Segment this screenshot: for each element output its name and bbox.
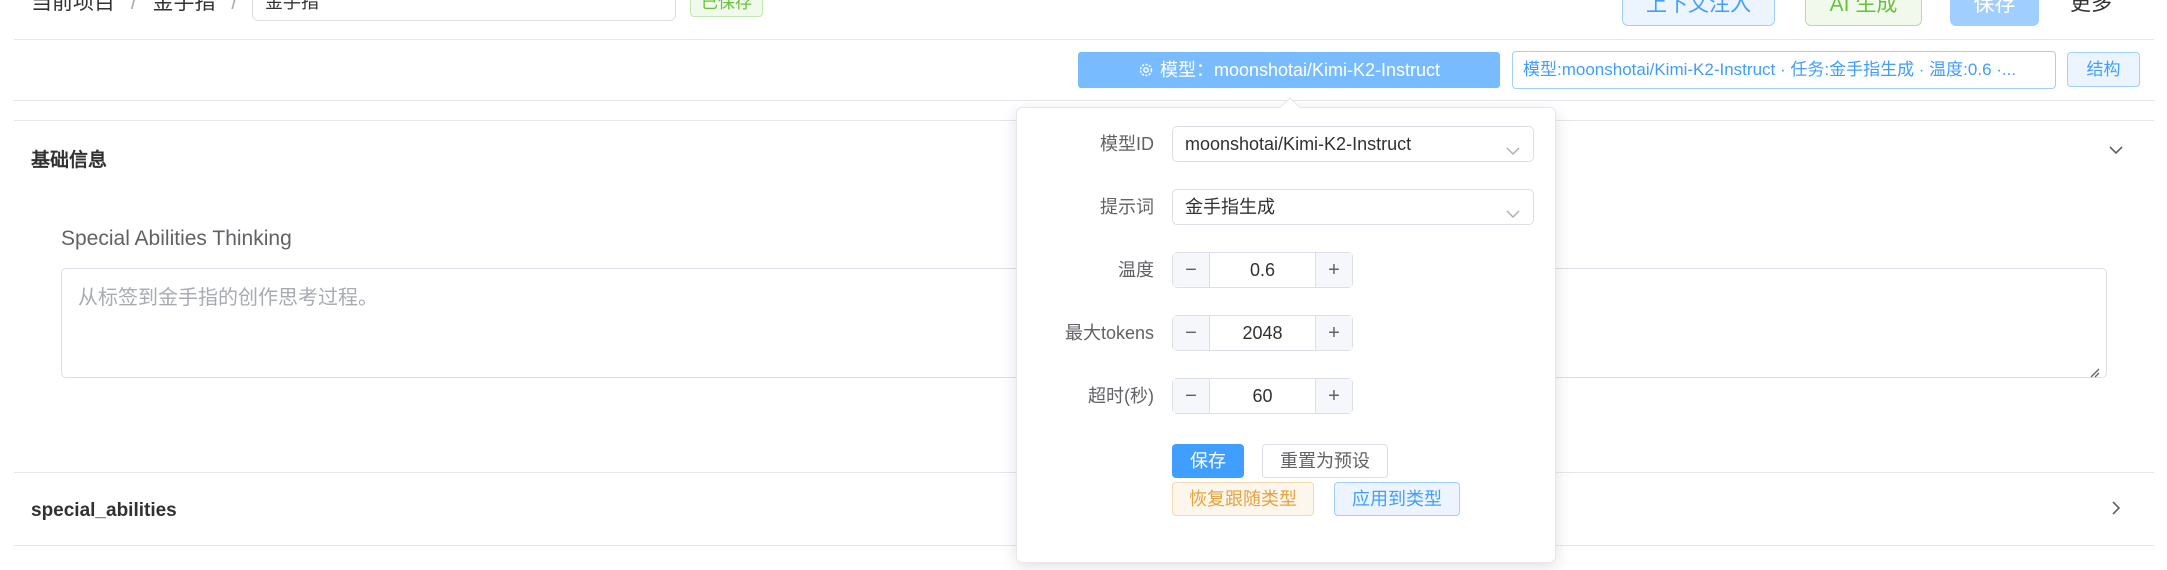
temperature-decrement-button[interactable]: −	[1173, 253, 1210, 287]
max-tokens-increment-button[interactable]: +	[1315, 316, 1352, 350]
timeout-label: 超时(秒)	[1088, 386, 1154, 406]
breadcrumb-separator: /	[231, 0, 238, 14]
more-menu[interactable]: 更多	[2070, 0, 2112, 24]
chevron-down-icon	[1505, 136, 1521, 155]
chevron-right-icon[interactable]	[2107, 499, 2125, 523]
timeout-increment-button[interactable]: +	[1315, 379, 1352, 413]
chevron-down-icon[interactable]	[2107, 141, 2125, 165]
special-abilities-thinking-label: Special Abilities Thinking	[61, 227, 292, 250]
card-name-input[interactable]: 金手指	[252, 0, 676, 21]
model-summary-box[interactable]: 模型:moonshotai/Kimi-K2-Instruct · 任务:金手指生…	[1512, 51, 2056, 89]
reset-to-preset-button[interactable]: 重置为预设	[1262, 444, 1388, 478]
save-button[interactable]: 保存	[1950, 0, 2039, 26]
temperature-stepper: − 0.6 +	[1172, 252, 1353, 288]
max-tokens-decrement-button[interactable]: −	[1173, 316, 1210, 350]
max-tokens-input[interactable]: 2048	[1210, 316, 1315, 350]
model-config-button[interactable]: 模型：moonshotai/Kimi-K2-Instruct	[1078, 52, 1500, 88]
max-tokens-stepper: − 2048 +	[1172, 315, 1353, 351]
saved-status-badge: 已保存	[690, 0, 763, 17]
max-tokens-label: 最大tokens	[1064, 323, 1154, 343]
popover-save-button[interactable]: 保存	[1172, 444, 1244, 478]
prompt-label: 提示词	[1100, 197, 1154, 217]
temperature-label: 温度	[1118, 260, 1154, 280]
header-divider	[14, 39, 2154, 40]
resize-handle-icon[interactable]	[2088, 361, 2100, 378]
breadcrumb-item-project[interactable]: 当前项目	[31, 0, 115, 14]
toolbar-divider	[14, 100, 2154, 101]
context-inject-button[interactable]: 上下文注入	[1622, 0, 1775, 26]
gear-icon	[1138, 53, 1154, 87]
section-title-basic[interactable]: 基础信息	[31, 145, 107, 172]
ai-generate-button[interactable]: AI 生成	[1805, 0, 1922, 26]
timeout-stepper: − 60 +	[1172, 378, 1353, 414]
prompt-value: 金手指生成	[1185, 197, 1275, 217]
model-id-value: moonshotai/Kimi-K2-Instruct	[1185, 134, 1412, 154]
model-id-label: 模型ID	[1100, 134, 1154, 154]
chevron-down-icon	[1505, 199, 1521, 218]
temperature-increment-button[interactable]: +	[1315, 253, 1352, 287]
restore-follow-type-button[interactable]: 恢复跟随类型	[1172, 482, 1314, 516]
model-config-label: 模型：moonshotai/Kimi-K2-Instruct	[1159, 60, 1441, 80]
timeout-input[interactable]: 60	[1210, 379, 1315, 413]
apply-to-type-button[interactable]: 应用到类型	[1334, 482, 1460, 516]
temperature-input[interactable]: 0.6	[1210, 253, 1315, 287]
breadcrumb-item-current[interactable]: 金手指	[153, 0, 216, 14]
textarea-placeholder: 从标签到金手指的创作思考过程。	[78, 287, 378, 309]
structure-button[interactable]: 结构	[2067, 52, 2140, 87]
breadcrumb-separator: /	[130, 0, 137, 14]
model-id-select[interactable]: moonshotai/Kimi-K2-Instruct	[1172, 126, 1534, 162]
timeout-decrement-button[interactable]: −	[1173, 379, 1210, 413]
prompt-select[interactable]: 金手指生成	[1172, 189, 1534, 225]
breadcrumb: 当前项目 / 金手指 /	[31, 0, 237, 18]
section-title-special-abilities[interactable]: special_abilities	[31, 500, 177, 522]
